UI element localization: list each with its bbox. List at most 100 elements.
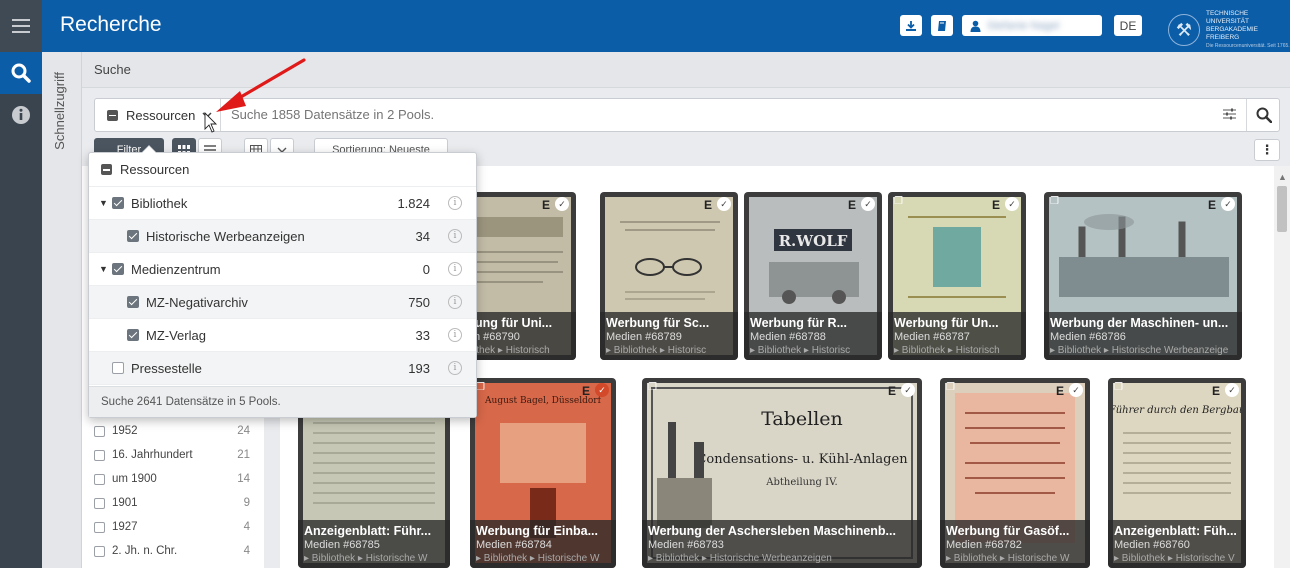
result-card[interactable]: Tabellen Condensations- u. Kühl-Anlagen Ab… [642, 378, 922, 568]
user-button[interactable]: Stefanie Nagel [962, 15, 1102, 36]
resource-count: 193 [408, 360, 430, 376]
edit-badge: E [1055, 384, 1064, 398]
card-id: Medien #68786 [1050, 331, 1126, 343]
dropdown-header[interactable]: Ressourcen [89, 153, 476, 187]
result-card[interactable]: ❐ E ✓ Werbung der Maschinen- un... Medie… [1044, 192, 1242, 360]
filter-checkbox[interactable] [94, 449, 105, 461]
minus-square-icon [101, 164, 112, 175]
thumb-text: Tabellen [761, 408, 843, 430]
check-icon[interactable]: ✓ [861, 197, 875, 211]
resource-item-mz-negativarchiv[interactable]: MZ-Negativarchiv 750 i [89, 286, 476, 319]
card-id: Medien #68788 [750, 331, 826, 343]
info-icon[interactable]: i [448, 361, 462, 375]
card-info: Werbung für Gasöf... Medien #68782 ▸ Bib… [940, 520, 1090, 568]
quick-access-label: Schnellzugriff [52, 72, 67, 150]
user-icon [970, 20, 981, 32]
filter-checkbox[interactable] [94, 425, 105, 437]
resource-checkbox[interactable] [112, 362, 124, 374]
resource-item-historische-werbeanzeigen[interactable]: Historische Werbeanzeigen 34 i [89, 220, 476, 253]
results-scrollbar[interactable]: ▲ [1274, 166, 1290, 568]
check-icon[interactable]: ✓ [1221, 197, 1235, 211]
check-icon[interactable]: ✓ [595, 383, 609, 397]
edit-badge: E [1211, 384, 1220, 398]
sliders-icon[interactable] [1223, 108, 1236, 123]
resource-checkbox[interactable] [127, 230, 139, 242]
search-icon [11, 63, 31, 83]
result-card[interactable]: ❐ E ✓ Werbung für Un... Medien #68787 ▸ … [888, 192, 1026, 360]
resource-item-mz-verlag[interactable]: MZ-Verlag 33 i [89, 319, 476, 352]
resource-checkbox[interactable] [112, 197, 124, 209]
card-id: Medien #68782 [946, 539, 1022, 551]
resource-item-medienzentrum[interactable]: ▼ Medienzentrum 0 i [89, 253, 476, 286]
result-card[interactable]: ❐ E ✓ Werbung für Gasöf... Medien #68782… [940, 378, 1090, 568]
filter-count: 4 [243, 545, 250, 557]
resource-count: 750 [408, 294, 430, 310]
nav-info[interactable] [0, 94, 42, 136]
info-icon[interactable]: i [448, 295, 462, 309]
resource-checkbox[interactable] [127, 296, 139, 308]
resource-checkbox[interactable] [127, 329, 139, 341]
resource-checkbox[interactable] [112, 263, 124, 275]
search-button[interactable] [1246, 99, 1280, 131]
card-title: Anzeigenblatt: Füh... [1114, 524, 1237, 538]
check-icon[interactable]: ✓ [555, 197, 569, 211]
resource-item-bibliothek[interactable]: ▼ Bibliothek 1.824 i [89, 187, 476, 220]
filter-checkbox[interactable] [94, 545, 105, 557]
caret-down-icon[interactable]: ▼ [99, 198, 108, 208]
resource-item-pressestelle[interactable]: Pressestelle 193 i [89, 352, 476, 385]
filter-item[interactable]: um 1900 14 [94, 469, 250, 489]
card-path: ▸ Bibliothek ▸ Historische V [1114, 553, 1235, 564]
menu-icon[interactable] [0, 0, 42, 52]
filter-item[interactable]: 2. Jh. n. Chr. 4 [94, 541, 250, 561]
book-button[interactable] [931, 15, 953, 36]
card-title: Werbung der Maschinen- un... [1050, 316, 1229, 330]
more-options-button[interactable]: ⋮ [1254, 139, 1280, 161]
filter-label: 1927 [112, 521, 138, 533]
filter-checkbox[interactable] [94, 521, 105, 533]
university-logo[interactable]: ⚒ TECHNISCHE UNIVERSITÄT BERGAKADEMIE FR… [1168, 10, 1290, 50]
card-title: Werbung für Gasöf... [946, 524, 1070, 538]
edit-badge: E [703, 198, 712, 212]
edit-badge: E [541, 198, 550, 212]
check-icon[interactable]: ✓ [1225, 383, 1239, 397]
duplicate-icon: ❐ [894, 196, 903, 207]
filter-count: 24 [237, 425, 250, 437]
filter-checkbox[interactable] [94, 473, 105, 485]
search-input[interactable] [231, 107, 1111, 122]
check-icon[interactable]: ✓ [1005, 197, 1019, 211]
check-icon[interactable]: ✓ [901, 383, 915, 397]
card-path: ▸ Bibliothek ▸ Historische W [304, 553, 428, 564]
scroll-up-icon[interactable]: ▲ [1278, 172, 1287, 182]
card-path: ▸ Bibliothek ▸ Historisc [606, 345, 707, 356]
check-icon[interactable]: ✓ [1069, 383, 1083, 397]
info-icon[interactable]: i [448, 328, 462, 342]
filter-item[interactable]: 1927 4 [94, 517, 250, 537]
result-card[interactable]: R.WOLF E ✓ Werbung für R... Medien #6878… [744, 192, 882, 360]
card-id: Medien #68789 [606, 331, 682, 343]
info-icon[interactable]: i [448, 196, 462, 210]
nav-search[interactable] [0, 52, 42, 94]
duplicate-icon: ❐ [1050, 196, 1059, 207]
resources-dropdown-button[interactable]: Ressourcen [95, 99, 221, 131]
card-info: Werbung für R... Medien #68788 ▸ Bibliot… [744, 312, 882, 360]
quick-access-panel[interactable]: Schnellzugriff [42, 52, 82, 568]
check-icon[interactable]: ✓ [717, 197, 731, 211]
card-id: Medien #68785 [304, 539, 380, 551]
filter-item[interactable]: 1901 9 [94, 493, 250, 513]
result-card[interactable]: E ✓ Werbung für Sc... Medien #68789 ▸ Bi… [600, 192, 738, 360]
seal-icon: ⚒ [1168, 14, 1200, 46]
language-button[interactable]: DE [1114, 15, 1142, 36]
filter-item[interactable]: 1952 24 [94, 421, 250, 441]
filter-item[interactable]: 16. Jahrhundert 21 [94, 445, 250, 465]
filter-checkbox[interactable] [94, 497, 105, 509]
scrollbar-thumb[interactable] [1277, 186, 1287, 232]
card-info: Anzeigenblatt: Füh... Medien #68760 ▸ Bi… [1108, 520, 1246, 568]
info-icon[interactable]: i [448, 262, 462, 276]
result-card[interactable]: Führer durch den Bergbau ❐ E ✓ Anzeigenb… [1108, 378, 1246, 568]
thumb-text: R.WOLF [779, 232, 848, 250]
result-card[interactable]: August Bagel, Düsseldorf ❐ E ✓ Werbung f… [470, 378, 616, 568]
caret-down-icon[interactable]: ▼ [99, 264, 108, 274]
info-icon[interactable]: i [448, 229, 462, 243]
card-id: Medien #68783 [648, 539, 724, 551]
download-button[interactable] [900, 15, 922, 36]
